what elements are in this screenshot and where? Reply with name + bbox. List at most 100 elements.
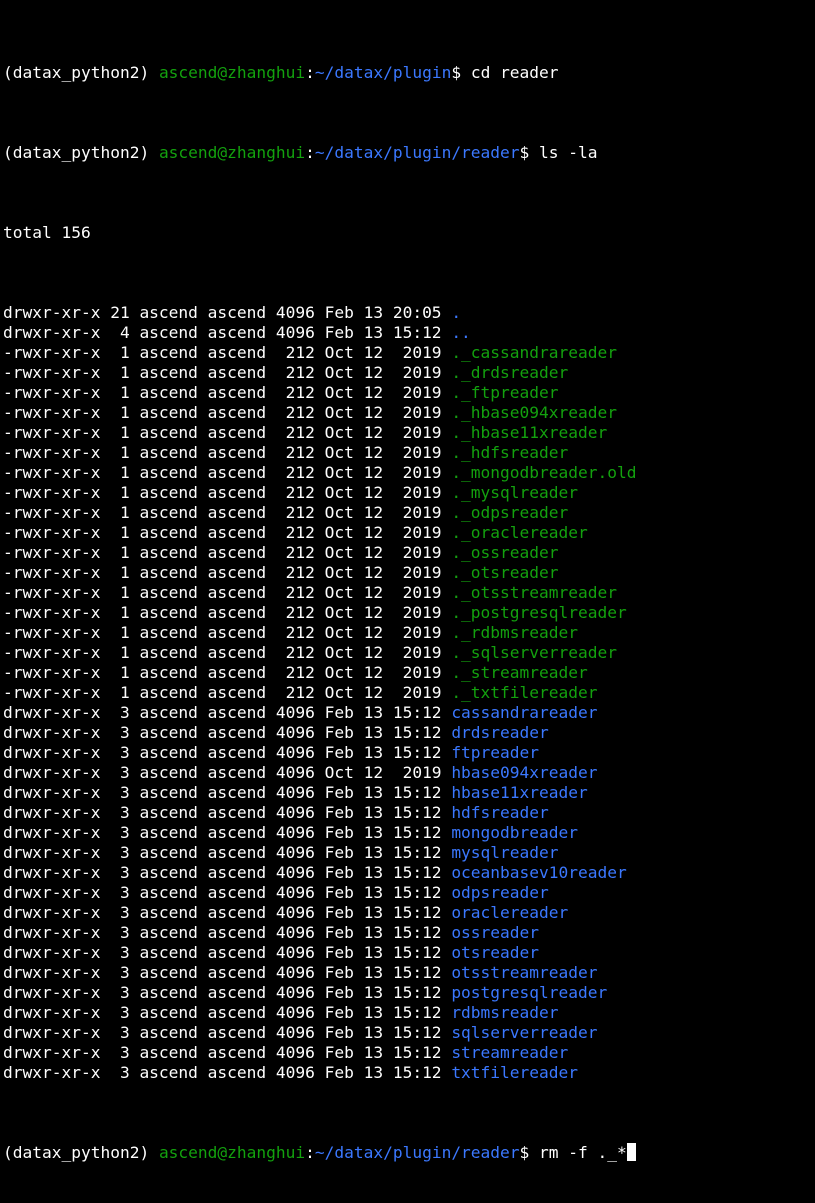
directory-name: cassandrareader	[451, 703, 598, 722]
file-metadata: drwxr-xr-x 3 ascend ascend 4096 Feb 13 1…	[3, 1043, 452, 1062]
file-metadata: drwxr-xr-x 3 ascend ascend 4096 Feb 13 1…	[3, 1063, 452, 1082]
prompt-sigil: $	[519, 1143, 540, 1162]
command-text: ls -la	[539, 143, 598, 162]
total-line: total 156	[3, 223, 91, 242]
directory-name: streamreader	[451, 1043, 569, 1062]
directory-name: oceanbasev10reader	[451, 863, 627, 882]
listing-row: -rwxr-xr-x 1 ascend ascend 212 Oct 12 20…	[3, 523, 815, 543]
directory-name: ftpreader	[451, 743, 540, 762]
listing-row: drwxr-xr-x 3 ascend ascend 4096 Feb 13 1…	[3, 943, 815, 963]
directory-name: oraclereader	[451, 903, 569, 922]
user-host: ascend@zhanghui	[158, 1143, 306, 1162]
directory-name: hdfsreader	[451, 803, 549, 822]
listing-row: -rwxr-xr-x 1 ascend ascend 212 Oct 12 20…	[3, 563, 815, 583]
directory-name: mysqlreader	[451, 843, 559, 862]
file-metadata: -rwxr-xr-x 1 ascend ascend 212 Oct 12 20…	[3, 583, 452, 602]
listing-row: -rwxr-xr-x 1 ascend ascend 212 Oct 12 20…	[3, 343, 815, 363]
file-metadata: drwxr-xr-x 3 ascend ascend 4096 Feb 13 1…	[3, 963, 452, 982]
prompt-line-current[interactable]: (datax_python2) ascend@zhanghui:~/datax/…	[3, 1143, 815, 1163]
listing-row: drwxr-xr-x 3 ascend ascend 4096 Feb 13 1…	[3, 1043, 815, 1063]
hidden-file-name: ._mysqlreader	[451, 483, 579, 502]
directory-name: otsstreamreader	[451, 963, 598, 982]
file-metadata: drwxr-xr-x 21 ascend ascend 4096 Feb 13 …	[3, 303, 452, 322]
listing-row: -rwxr-xr-x 1 ascend ascend 212 Oct 12 20…	[3, 643, 815, 663]
file-metadata: -rwxr-xr-x 1 ascend ascend 212 Oct 12 20…	[3, 343, 452, 362]
listing-row: -rwxr-xr-x 1 ascend ascend 212 Oct 12 20…	[3, 363, 815, 383]
file-metadata: -rwxr-xr-x 1 ascend ascend 212 Oct 12 20…	[3, 403, 452, 422]
user-host: ascend@zhanghui	[158, 63, 306, 82]
prompt-sigil: $	[451, 63, 471, 82]
listing-row: drwxr-xr-x 3 ascend ascend 4096 Oct 12 2…	[3, 763, 815, 783]
command-input[interactable]: rm -f ._*	[539, 1143, 627, 1162]
listing-row: drwxr-xr-x 3 ascend ascend 4096 Feb 13 1…	[3, 723, 815, 743]
prompt-sigil: $	[519, 143, 540, 162]
listing-row: -rwxr-xr-x 1 ascend ascend 212 Oct 12 20…	[3, 463, 815, 483]
listing-row: drwxr-xr-x 3 ascend ascend 4096 Feb 13 1…	[3, 983, 815, 1003]
working-directory: ~/datax/plugin/reader	[314, 143, 520, 162]
listing-row: drwxr-xr-x 3 ascend ascend 4096 Feb 13 1…	[3, 883, 815, 903]
directory-name: odpsreader	[451, 883, 549, 902]
listing-row: -rwxr-xr-x 1 ascend ascend 212 Oct 12 20…	[3, 663, 815, 683]
file-metadata: drwxr-xr-x 3 ascend ascend 4096 Feb 13 1…	[3, 923, 452, 942]
listing-row: drwxr-xr-x 3 ascend ascend 4096 Feb 13 1…	[3, 703, 815, 723]
terminal-window[interactable]: (datax_python2) ascend@zhanghui: ~/datax/…	[3, 3, 815, 1203]
directory-name: .	[451, 303, 462, 322]
directory-listing: drwxr-xr-x 21 ascend ascend 4096 Feb 13 …	[3, 303, 815, 1083]
listing-row: drwxr-xr-x 3 ascend ascend 4096 Feb 13 1…	[3, 903, 815, 923]
directory-name: mongodbreader	[451, 823, 579, 842]
file-metadata: drwxr-xr-x 3 ascend ascend 4096 Feb 13 1…	[3, 803, 452, 822]
hidden-file-name: ._sqlserverreader	[451, 643, 617, 662]
hidden-file-name: ._cassandrareader	[451, 343, 617, 362]
listing-row: drwxr-xr-x 3 ascend ascend 4096 Feb 13 1…	[3, 923, 815, 943]
hidden-file-name: ._mongodbreader.old	[451, 463, 637, 482]
text-cursor	[626, 1143, 636, 1161]
file-metadata: drwxr-xr-x 3 ascend ascend 4096 Oct 12 2…	[3, 763, 452, 782]
file-metadata: -rwxr-xr-x 1 ascend ascend 212 Oct 12 20…	[3, 383, 452, 402]
hidden-file-name: ._ossreader	[451, 543, 559, 562]
file-metadata: -rwxr-xr-x 1 ascend ascend 212 Oct 12 20…	[3, 683, 452, 702]
listing-row: -rwxr-xr-x 1 ascend ascend 212 Oct 12 20…	[3, 683, 815, 703]
listing-row: drwxr-xr-x 4 ascend ascend 4096 Feb 13 1…	[3, 323, 815, 343]
hidden-file-name: ._hdfsreader	[451, 443, 569, 462]
file-metadata: -rwxr-xr-x 1 ascend ascend 212 Oct 12 20…	[3, 483, 452, 502]
listing-row: drwxr-xr-x 3 ascend ascend 4096 Feb 13 1…	[3, 1003, 815, 1023]
file-metadata: -rwxr-xr-x 1 ascend ascend 212 Oct 12 20…	[3, 623, 452, 642]
conda-env: (datax_python2)	[3, 1143, 159, 1162]
listing-row: -rwxr-xr-x 1 ascend ascend 212 Oct 12 20…	[3, 383, 815, 403]
listing-row: -rwxr-xr-x 1 ascend ascend 212 Oct 12 20…	[3, 583, 815, 603]
prompt-separator: :	[305, 63, 315, 82]
listing-row: -rwxr-xr-x 1 ascend ascend 212 Oct 12 20…	[3, 603, 815, 623]
user-host: ascend@zhanghui	[158, 143, 306, 162]
listing-row: -rwxr-xr-x 1 ascend ascend 212 Oct 12 20…	[3, 423, 815, 443]
hidden-file-name: ._hbase094xreader	[451, 403, 617, 422]
working-directory: ~/datax/plugin/reader	[314, 1143, 520, 1162]
directory-name: txtfilereader	[451, 1063, 579, 1082]
file-metadata: -rwxr-xr-x 1 ascend ascend 212 Oct 12 20…	[3, 543, 452, 562]
directory-name: drdsreader	[451, 723, 549, 742]
hidden-file-name: ._drdsreader	[451, 363, 569, 382]
file-metadata: -rwxr-xr-x 1 ascend ascend 212 Oct 12 20…	[3, 563, 452, 582]
file-metadata: drwxr-xr-x 3 ascend ascend 4096 Feb 13 1…	[3, 1003, 452, 1022]
listing-row: -rwxr-xr-x 1 ascend ascend 212 Oct 12 20…	[3, 443, 815, 463]
listing-row: -rwxr-xr-x 1 ascend ascend 212 Oct 12 20…	[3, 503, 815, 523]
file-metadata: drwxr-xr-x 3 ascend ascend 4096 Feb 13 1…	[3, 903, 452, 922]
prompt-line: (datax_python2) ascend@zhanghui:~/datax/…	[3, 143, 815, 163]
file-metadata: -rwxr-xr-x 1 ascend ascend 212 Oct 12 20…	[3, 363, 452, 382]
file-metadata: -rwxr-xr-x 1 ascend ascend 212 Oct 12 20…	[3, 643, 452, 662]
hidden-file-name: ._rdbmsreader	[451, 623, 579, 642]
directory-name: postgresqlreader	[451, 983, 608, 1002]
file-metadata: -rwxr-xr-x 1 ascend ascend 212 Oct 12 20…	[3, 523, 452, 542]
file-metadata: drwxr-xr-x 3 ascend ascend 4096 Feb 13 1…	[3, 883, 452, 902]
file-metadata: -rwxr-xr-x 1 ascend ascend 212 Oct 12 20…	[3, 603, 452, 622]
file-metadata: drwxr-xr-x 3 ascend ascend 4096 Feb 13 1…	[3, 703, 452, 722]
prompt-line: (datax_python2) ascend@zhanghui:~/datax/…	[3, 63, 815, 83]
file-metadata: drwxr-xr-x 3 ascend ascend 4096 Feb 13 1…	[3, 1023, 452, 1042]
listing-row: drwxr-xr-x 3 ascend ascend 4096 Feb 13 1…	[3, 783, 815, 803]
hidden-file-name: ._postgresqlreader	[451, 603, 627, 622]
command-text: cd reader	[470, 63, 559, 82]
hidden-file-name: ._odpsreader	[451, 503, 569, 522]
listing-row: drwxr-xr-x 3 ascend ascend 4096 Feb 13 1…	[3, 743, 815, 763]
listing-row: drwxr-xr-x 3 ascend ascend 4096 Feb 13 1…	[3, 1063, 815, 1083]
file-metadata: -rwxr-xr-x 1 ascend ascend 212 Oct 12 20…	[3, 443, 452, 462]
listing-row: drwxr-xr-x 3 ascend ascend 4096 Feb 13 1…	[3, 863, 815, 883]
